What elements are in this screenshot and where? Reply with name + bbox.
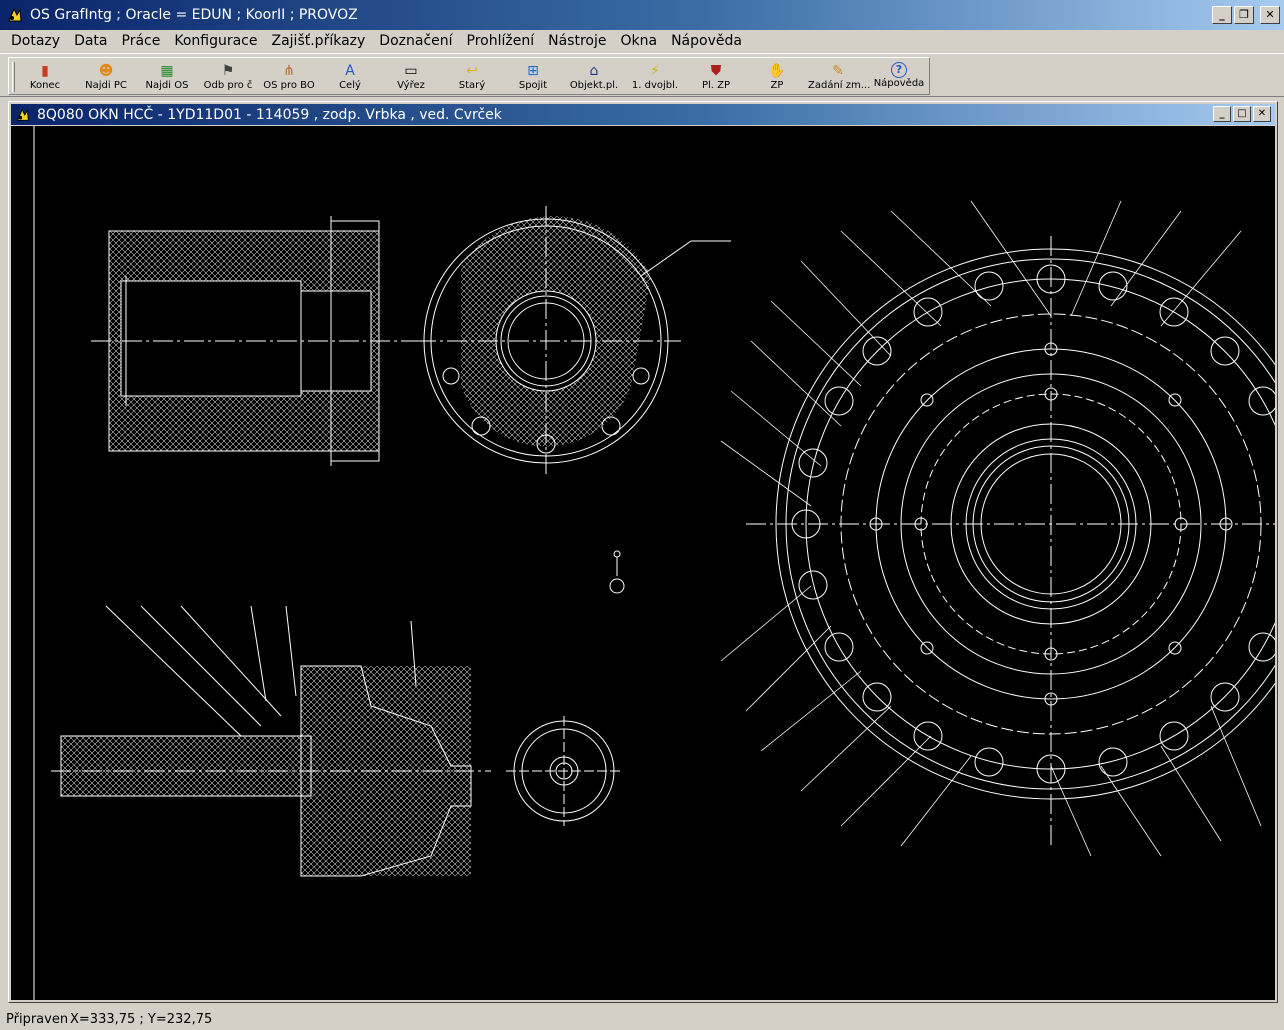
hand-icon: ✋ bbox=[768, 63, 786, 79]
stary-button[interactable]: ↩ Starý bbox=[442, 60, 502, 94]
undo-arrow-icon: ↩ bbox=[466, 63, 478, 79]
menu-nastroje[interactable]: Nástroje bbox=[541, 33, 613, 49]
status-coordinates: X=333,75 ; Y=232,75 bbox=[70, 1011, 213, 1027]
najdi-pc-button[interactable]: ☻ Najdi PC bbox=[76, 60, 136, 94]
text-a-icon: A bbox=[345, 63, 355, 79]
menu-doznaceni[interactable]: Doznačení bbox=[372, 33, 459, 49]
exit-door-icon: ▮ bbox=[41, 63, 49, 79]
lightning-icon: ⚡ bbox=[650, 63, 660, 79]
drawing-close-button[interactable]: ✕ bbox=[1253, 106, 1271, 122]
toolbar-label: Nápověda bbox=[873, 78, 925, 89]
application-window: OS GrafIntg ; Oracle = EDUN ; KoorII ; P… bbox=[0, 0, 1284, 1030]
menu-prace[interactable]: Práce bbox=[115, 33, 168, 49]
drawing-canvas[interactable] bbox=[11, 126, 1275, 1000]
drawing-window-titlebar[interactable]: 8Q080 OKN HCČ - 1YD11D01 - 114059 , zodp… bbox=[11, 104, 1275, 125]
close-button[interactable]: ✕ bbox=[1260, 6, 1280, 24]
menu-okna[interactable]: Okna bbox=[613, 33, 664, 49]
toolbar-label: Výřez bbox=[397, 80, 425, 91]
building-icon: ⌂ bbox=[589, 63, 599, 79]
drawing-window: 8Q080 OKN HCČ - 1YD11D01 - 114059 , zodp… bbox=[8, 101, 1278, 1003]
odb-pro-c-button[interactable]: ⚑ Odb pro č bbox=[198, 60, 258, 94]
status-bar: Připraven X=333,75 ; Y=232,75 bbox=[0, 1008, 1284, 1030]
napoveda-button[interactable]: ? Nápověda bbox=[869, 60, 929, 94]
toolbar-label: ZP bbox=[770, 80, 784, 91]
drawing-logo-icon bbox=[15, 107, 31, 123]
flange-front-view bbox=[416, 206, 731, 476]
konec-button[interactable]: ▮ Konec bbox=[15, 60, 75, 94]
spojit-button[interactable]: ⊞ Spojit bbox=[503, 60, 563, 94]
menu-konfigurace[interactable]: Konfigurace bbox=[167, 33, 264, 49]
os-pro-bo-button[interactable]: ⋔ OS pro BO bbox=[259, 60, 319, 94]
drawing-maximize-button[interactable]: □ bbox=[1233, 106, 1251, 122]
menu-prohlizeni[interactable]: Prohlížení bbox=[460, 33, 542, 49]
najdi-os-button[interactable]: ▦ Najdi OS bbox=[137, 60, 197, 94]
help-icon: ? bbox=[891, 62, 907, 78]
toolbar-label: Zadání zm... bbox=[808, 80, 871, 91]
toolbar-label: OS pro BO bbox=[263, 80, 315, 91]
minimize-button[interactable]: _ bbox=[1212, 6, 1232, 24]
drawing-minimize-button[interactable]: _ bbox=[1213, 106, 1231, 122]
toolbar-label: Najdi OS bbox=[145, 80, 189, 91]
status-ready: Připraven bbox=[6, 1011, 69, 1027]
toolbar-label: Najdi PC bbox=[85, 80, 127, 91]
join-icon: ⊞ bbox=[527, 63, 539, 79]
app-logo-icon bbox=[6, 6, 24, 24]
restore-button[interactable]: ❐ bbox=[1234, 6, 1254, 24]
toolbar-label: Objekt.pl. bbox=[569, 80, 619, 91]
objekt-pl-button[interactable]: ⌂ Objekt.pl. bbox=[564, 60, 624, 94]
app-titlebar[interactable]: OS GrafIntg ; Oracle = EDUN ; KoorII ; P… bbox=[0, 0, 1284, 30]
tree-icon: ⋔ bbox=[283, 63, 295, 79]
toolbar-label: Spojit bbox=[518, 80, 548, 91]
cad-drawing bbox=[33, 126, 1275, 1000]
assembly-section-lower-left bbox=[51, 605, 491, 877]
rectangle-icon: ▭ bbox=[404, 63, 418, 79]
app-title: OS GrafIntg ; Oracle = EDUN ; KoorII ; P… bbox=[30, 7, 358, 23]
section-view-upper-left bbox=[91, 216, 421, 466]
gear-front-view bbox=[506, 716, 621, 826]
menu-dotazy[interactable]: Dotazy bbox=[4, 33, 67, 49]
edit-pencil-icon: ✎ bbox=[832, 63, 844, 79]
toolbar-label: Starý bbox=[458, 80, 486, 91]
cely-button[interactable]: A Celý bbox=[320, 60, 380, 94]
flag-icon: ⚑ bbox=[221, 63, 235, 79]
find-grid-icon: ▦ bbox=[160, 63, 174, 79]
large-ring-front-view bbox=[720, 200, 1275, 857]
toolbar-label: Konec bbox=[29, 80, 61, 91]
toolbar-label: Pl. ZP bbox=[701, 80, 731, 91]
zp-button[interactable]: ✋ ZP bbox=[747, 60, 807, 94]
find-person-icon: ☻ bbox=[98, 63, 114, 79]
menu-bar: Dotazy Data Práce Konfigurace Zajišť.pří… bbox=[0, 30, 1284, 52]
menu-napoveda[interactable]: Nápověda bbox=[664, 33, 749, 49]
small-symbol bbox=[609, 550, 625, 594]
drawing-window-title: 8Q080 OKN HCČ - 1YD11D01 - 114059 , zodp… bbox=[37, 106, 502, 123]
shield-icon: ⛊ bbox=[710, 63, 722, 79]
pl-zp-button[interactable]: ⛊ Pl. ZP bbox=[686, 60, 746, 94]
toolbar-group: ▮ Konec ☻ Najdi PC ▦ Najdi OS ⚑ Odb pro č ⋔ O… bbox=[8, 57, 930, 95]
toolbar-label: 1. dvojbl. bbox=[631, 80, 679, 91]
toolbar-label: Celý bbox=[339, 80, 361, 91]
vyrez-button[interactable]: ▭ Výřez bbox=[381, 60, 441, 94]
prvni-dvojbl-button[interactable]: ⚡ 1. dvojbl. bbox=[625, 60, 685, 94]
menu-zajist-prikazy[interactable]: Zajišť.příkazy bbox=[265, 33, 373, 49]
menu-data[interactable]: Data bbox=[67, 33, 114, 49]
zadani-zm-button[interactable]: ✎ Zadání zm... bbox=[808, 60, 871, 94]
toolbar: ▮ Konec ☻ Najdi PC ▦ Najdi OS ⚑ Odb pro č ⋔ O… bbox=[0, 53, 1284, 97]
toolbar-label: Odb pro č bbox=[203, 80, 253, 91]
